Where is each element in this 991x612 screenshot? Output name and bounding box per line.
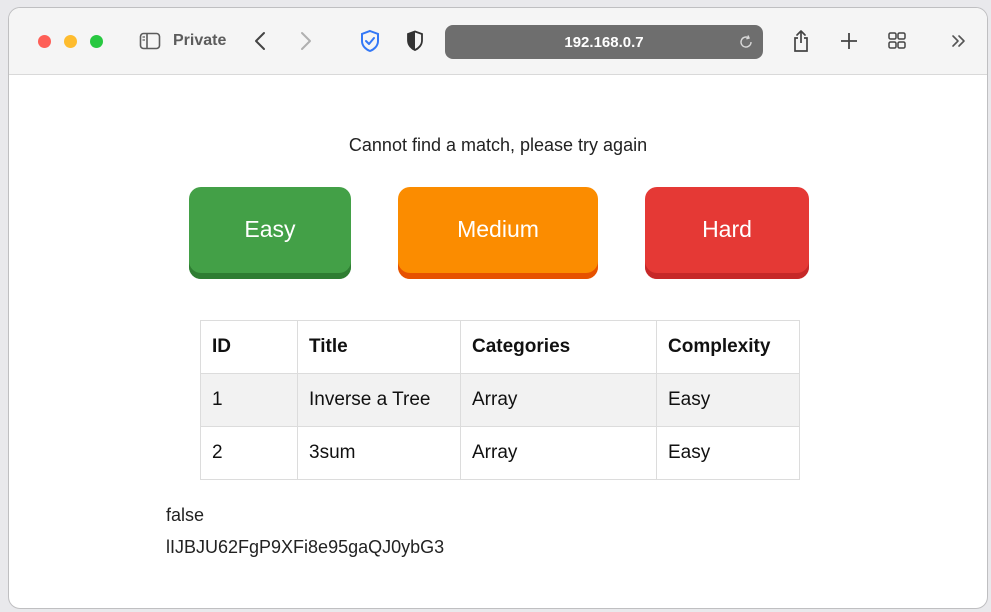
back-icon[interactable] <box>249 28 271 54</box>
easy-button[interactable]: Easy <box>189 187 351 279</box>
browser-toolbar: Private 192.168.0.7 <box>9 8 987 75</box>
header-complexity: Complexity <box>656 320 800 374</box>
match-message: Cannot find a match, please try again <box>348 135 648 155</box>
cell-complexity: Easy <box>656 426 800 480</box>
tab-grid-icon[interactable] <box>885 28 909 54</box>
share-icon[interactable] <box>789 28 813 54</box>
table-row[interactable]: 1 Inverse a Tree Array Easy <box>200 373 800 427</box>
double-chevron-icon[interactable] <box>947 28 971 54</box>
browser-window: Private 192.168.0.7 Cannot find a match,… <box>9 8 987 608</box>
zoom-window-button[interactable] <box>90 35 103 48</box>
minimize-window-button[interactable] <box>64 35 77 48</box>
status-text: false <box>166 505 205 525</box>
questions-table: ID Title Categories Complexity 1 Inverse… <box>200 320 800 480</box>
page-content: Cannot find a match, please try again Ea… <box>9 75 987 608</box>
address-text: 192.168.0.7 <box>564 34 644 51</box>
cell-categories: Array <box>460 373 657 427</box>
cell-id: 2 <box>200 426 298 480</box>
table-header-row: ID Title Categories Complexity <box>200 320 800 374</box>
token-text: lIJBJU62FgP9XFi8e95gaQJ0ybG3 <box>166 537 445 557</box>
header-title: Title <box>297 320 461 374</box>
forward-icon[interactable] <box>295 28 317 54</box>
cell-complexity: Easy <box>656 373 800 427</box>
shield-check-icon[interactable] <box>357 28 383 54</box>
cell-title: 3sum <box>297 426 461 480</box>
header-categories: Categories <box>460 320 657 374</box>
close-window-button[interactable] <box>38 35 51 48</box>
privacy-shield-icon[interactable] <box>404 28 426 54</box>
header-id: ID <box>200 320 298 374</box>
address-bar[interactable]: 192.168.0.7 <box>445 25 763 59</box>
plus-icon[interactable] <box>837 28 861 54</box>
reload-icon[interactable] <box>737 33 755 51</box>
cell-id: 1 <box>200 373 298 427</box>
hard-button[interactable]: Hard <box>645 187 809 279</box>
cell-categories: Array <box>460 426 657 480</box>
private-label: Private <box>173 32 227 49</box>
cell-title: Inverse a Tree <box>297 373 461 427</box>
sidebar-icon[interactable] <box>137 28 163 54</box>
medium-button[interactable]: Medium <box>398 187 598 279</box>
table-row[interactable]: 2 3sum Array Easy <box>200 426 800 480</box>
